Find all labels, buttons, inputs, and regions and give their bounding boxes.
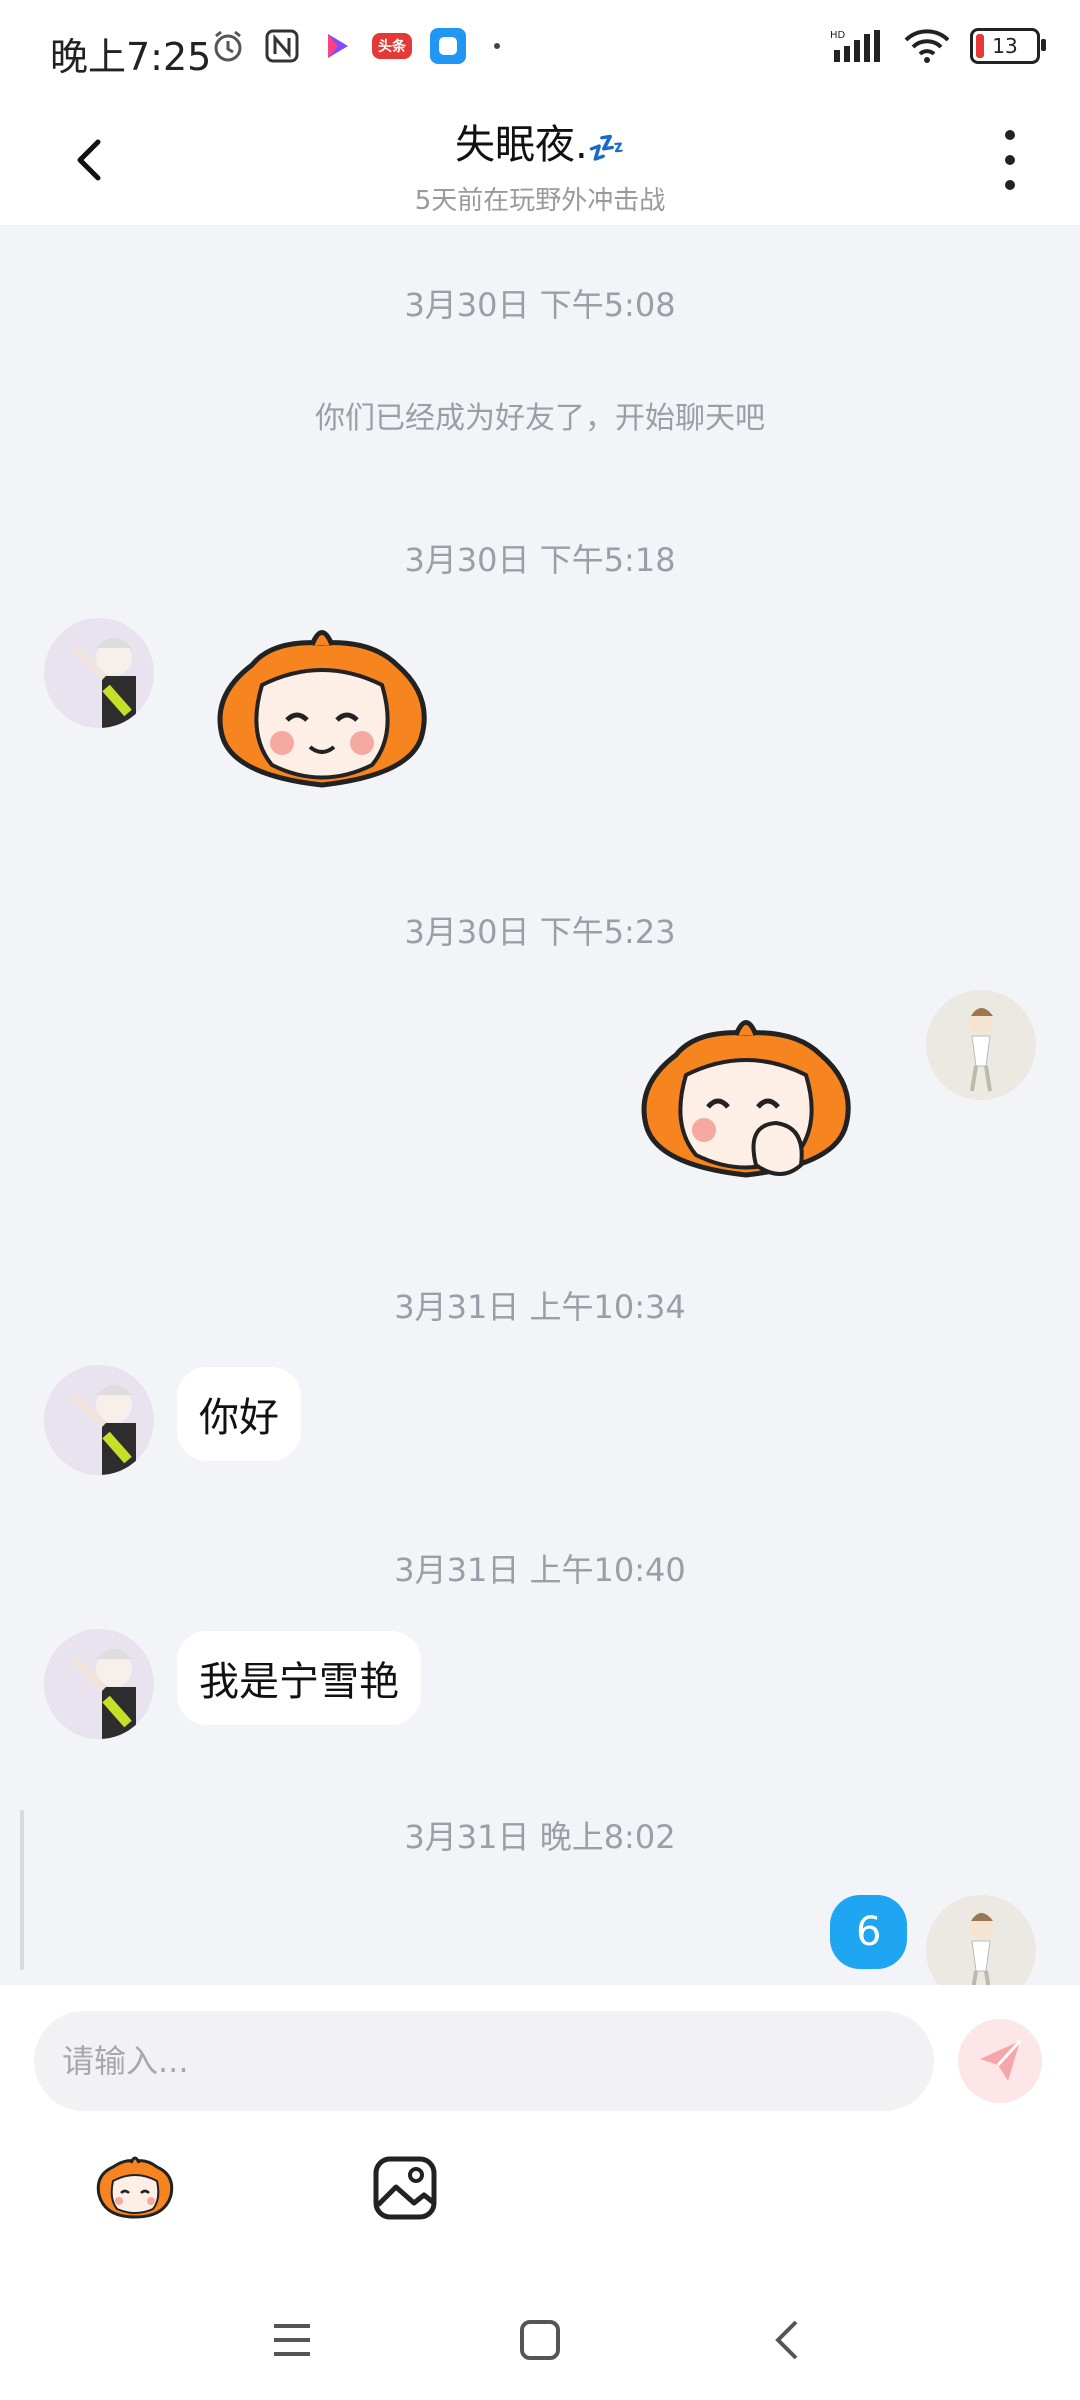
back-nav-button[interactable] — [758, 2310, 818, 2370]
message-input[interactable] — [34, 2011, 934, 2111]
battery-icon: 13 — [970, 28, 1046, 64]
home-button[interactable] — [510, 2310, 570, 2370]
contact-avatar[interactable] — [44, 1365, 154, 1475]
menu-icon — [274, 2324, 310, 2356]
timestamp: 3月30日 下午5:23 — [404, 913, 676, 951]
status-bar: 晚上7:25 头条 HD 13 — [0, 0, 1080, 100]
status-system-icons: HD 13 — [830, 28, 1046, 64]
system-navigation-bar — [0, 2280, 1080, 2400]
my-avatar[interactable] — [926, 990, 1036, 1100]
contact-name: 失眠夜.💤 — [0, 112, 1080, 170]
status-notification-icons: 头条 — [210, 28, 500, 64]
blue-app-icon — [430, 28, 466, 64]
signal-icon: HD — [830, 30, 880, 62]
image-button[interactable] — [370, 2153, 440, 2227]
home-icon — [520, 2320, 560, 2360]
chat-title-block: 失眠夜.💤 5天前在玩野外冲击战 — [0, 112, 1080, 217]
recent-apps-button[interactable] — [262, 2310, 322, 2370]
sticker-icon — [96, 2156, 174, 2219]
more-options-button[interactable] — [990, 130, 1030, 190]
send-button[interactable] — [958, 2019, 1042, 2103]
more-notifications-dot — [494, 43, 500, 49]
chat-message-list[interactable]: 3月30日 下午5:08 你们已经成为好友了，开始聊天吧 3月30日 下午5:1… — [0, 225, 1080, 1985]
timestamp: 3月31日 晚上8:02 — [404, 1818, 676, 1856]
timestamp: 3月30日 下午5:08 — [404, 286, 676, 324]
message-bubble-incoming[interactable]: 我是宁雪艳 — [177, 1631, 421, 1725]
video-app-icon — [328, 34, 348, 58]
wifi-icon — [904, 29, 950, 63]
system-message: 你们已经成为好友了，开始聊天吧 — [315, 401, 765, 436]
contact-name-text: 失眠夜. — [454, 122, 588, 168]
contact-status: 5天前在玩野外冲击战 — [414, 186, 666, 216]
orange-girl-laugh-sticker[interactable] — [636, 1015, 861, 1194]
nfc-icon — [265, 29, 299, 63]
my-avatar[interactable] — [926, 1895, 1036, 1985]
timestamp: 3月31日 上午10:40 — [394, 1551, 686, 1589]
toutiao-app-icon: 头条 — [372, 33, 412, 59]
timestamp: 3月31日 上午10:34 — [394, 1288, 686, 1326]
contact-avatar[interactable] — [44, 1629, 154, 1739]
battery-level: 13 — [992, 34, 1018, 58]
more-vertical-icon — [1005, 130, 1015, 140]
timestamp: 3月30日 下午5:18 — [404, 541, 676, 579]
chat-header: 失眠夜.💤 5天前在玩野外冲击战 — [0, 100, 1080, 225]
message-bubble-incoming[interactable]: 你好 — [177, 1367, 301, 1461]
message-bubble-outgoing[interactable]: 6 — [830, 1895, 908, 1969]
back-nav-icon — [775, 2320, 798, 2360]
image-icon — [373, 2156, 437, 2220]
sticker-button[interactable] — [95, 2155, 175, 2225]
status-time: 晚上7:25 — [50, 35, 212, 79]
alarm-icon — [214, 30, 242, 62]
contact-avatar[interactable] — [44, 618, 154, 728]
send-icon — [980, 2039, 1022, 2081]
scrollbar[interactable] — [20, 1810, 24, 1970]
svg-text:HD: HD — [830, 30, 846, 41]
orange-girl-smile-sticker[interactable] — [212, 625, 432, 804]
sleep-emoji-icon: 💤 — [587, 131, 626, 166]
